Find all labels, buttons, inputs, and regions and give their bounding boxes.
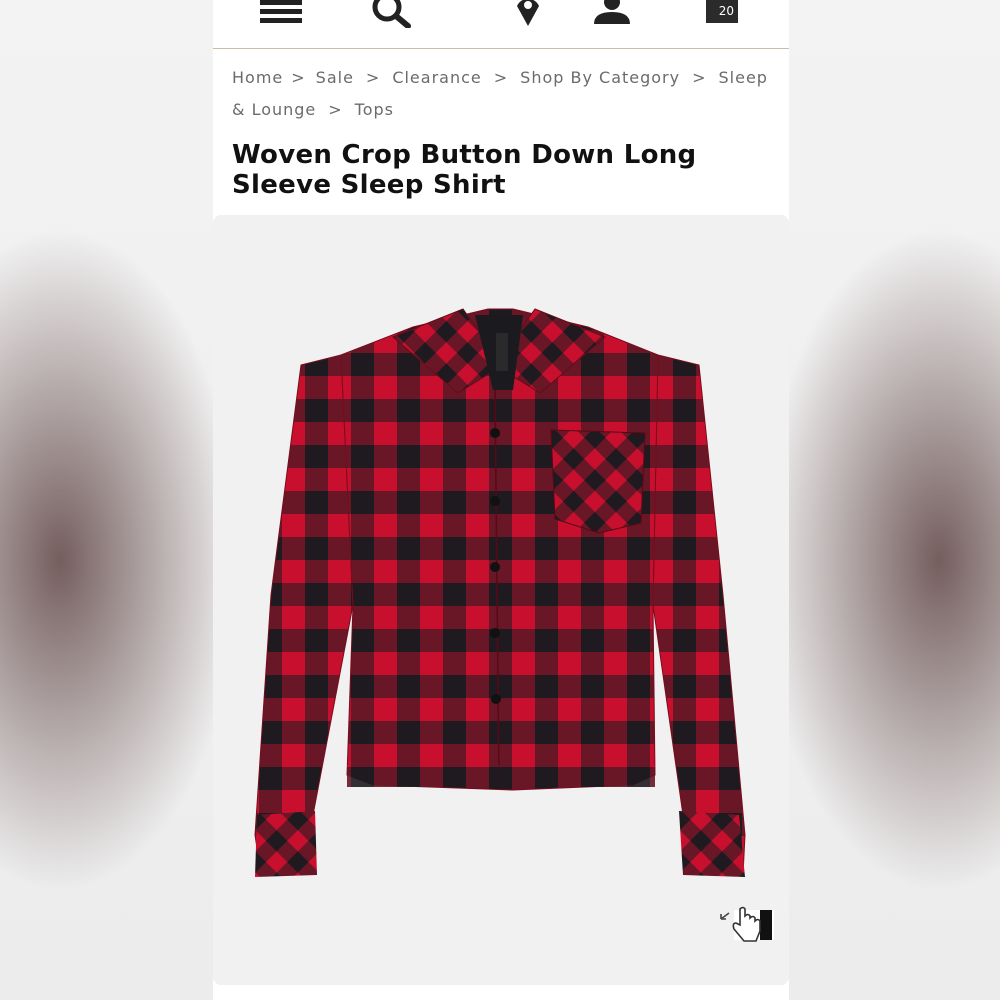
breadcrumb-separator: > <box>692 68 707 87</box>
top-nav: 20 <box>213 0 789 49</box>
menu-icon[interactable] <box>260 0 302 30</box>
product-page: 20 Home > Sale > Clearance > Shop By Category >… <box>213 0 789 1000</box>
breadcrumb-separator: > <box>328 100 343 119</box>
breadcrumb: Home > Sale > Clearance > Shop By Category > Sle… <box>232 62 777 126</box>
breadcrumb-sale[interactable]: Sale <box>316 68 354 87</box>
breadcrumb-separator: > <box>365 68 381 87</box>
account-icon[interactable] <box>592 0 632 30</box>
breadcrumb-shop-by-category[interactable]: Shop By Category <box>520 68 680 87</box>
product-image <box>254 308 746 877</box>
search-icon[interactable] <box>370 0 412 32</box>
breadcrumb-clearance[interactable]: Clearance <box>392 68 481 87</box>
product-image-container[interactable] <box>213 215 789 985</box>
breadcrumb-separator: > <box>493 68 509 87</box>
breadcrumb-tops[interactable]: Tops <box>355 100 394 119</box>
background-right <box>789 0 1000 1000</box>
product-title: Woven Crop Button Down Long Sleeve Sleep… <box>232 140 697 200</box>
cart-count-badge[interactable]: 20 <box>706 0 738 23</box>
tap-zoom-icon[interactable] <box>716 905 776 949</box>
breadcrumb-home[interactable]: Home <box>232 68 283 87</box>
background-left <box>0 0 213 1000</box>
location-pin-icon[interactable] <box>513 0 543 32</box>
breadcrumb-separator: > <box>291 68 306 87</box>
